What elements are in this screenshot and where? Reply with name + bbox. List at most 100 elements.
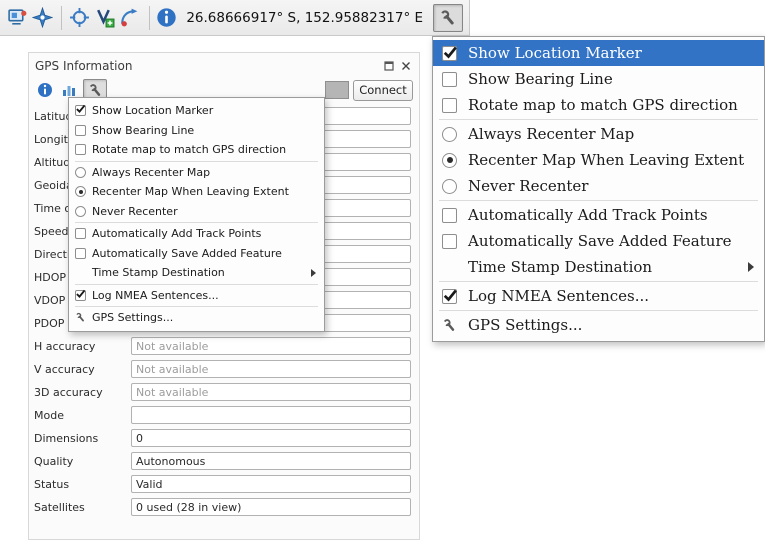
menu-item-label: Always Recenter Map — [468, 125, 634, 143]
menu-item-label: Never Recenter — [468, 177, 588, 195]
field-label: 3D accuracy — [34, 386, 131, 399]
gps-add-track-vertex-icon — [94, 7, 115, 28]
field-row-mode: Mode — [34, 406, 411, 424]
info-button[interactable] — [156, 4, 179, 32]
checkbox-indicator — [442, 208, 457, 223]
checkbox-indicator — [442, 98, 457, 113]
satellites-field[interactable] — [131, 498, 411, 516]
menu-item-gps-settings[interactable]: GPS Settings... — [69, 308, 324, 328]
checkbox-indicator — [442, 289, 457, 304]
menu-item-recenter-map-when-leaving-extent[interactable]: Recenter Map When Leaving Extent — [69, 182, 324, 202]
3d-accuracy-field[interactable] — [131, 383, 411, 401]
submenu-arrow-icon — [748, 262, 754, 272]
menu-item-automatically-add-track-points[interactable]: Automatically Add Track Points — [433, 202, 764, 228]
gps-coordinates-readout: 26.68666917° S, 152.95882317° E — [186, 10, 423, 26]
menu-item-gps-settings[interactable]: GPS Settings... — [433, 312, 764, 338]
menu-item-recenter-map-when-leaving-extent[interactable]: Recenter Map When Leaving Extent — [433, 147, 764, 173]
track-chart-icon — [61, 82, 77, 98]
menu-item-rotate-map-to-match-gps-direction[interactable]: Rotate map to match GPS direction — [433, 92, 764, 118]
gps-destination-button[interactable] — [68, 4, 91, 32]
checkbox-indicator — [442, 234, 457, 249]
field-row-3d-accuracy: 3D accuracy — [34, 383, 411, 401]
menu-separator — [439, 200, 758, 201]
position-info-tab-button[interactable] — [35, 80, 55, 100]
quality-field[interactable] — [131, 452, 411, 470]
checkbox-indicator — [75, 125, 86, 136]
gps-destination-icon — [69, 7, 90, 28]
field-row-satellites: Satellites — [34, 498, 411, 516]
connect-button[interactable]: Connect — [353, 80, 413, 101]
menu-item-label: Never Recenter — [92, 205, 178, 218]
panel-title: GPS Information — [35, 59, 379, 73]
float-panel-button[interactable] — [382, 59, 396, 73]
status-field[interactable] — [131, 475, 411, 493]
add-feature-button[interactable] — [118, 4, 141, 32]
menu-item-log-nmea-sentences[interactable]: Log NMEA Sentences... — [69, 286, 324, 306]
radio-indicator — [75, 206, 86, 217]
menu-item-label: Automatically Save Added Feature — [468, 232, 732, 250]
menu-separator — [439, 281, 758, 282]
field-label: Status — [34, 478, 131, 491]
gps-settings-menu-large: Show Location MarkerShow Bearing LineRot… — [432, 36, 765, 342]
field-label: H accuracy — [34, 340, 131, 353]
menu-item-log-nmea-sentences[interactable]: Log NMEA Sentences... — [433, 283, 764, 309]
menu-separator — [75, 222, 318, 223]
menu-item-show-location-marker[interactable]: Show Location Marker — [433, 40, 764, 66]
menu-item-never-recenter[interactable]: Never Recenter — [433, 173, 764, 199]
field-row-h-accuracy: H accuracy — [34, 337, 411, 355]
mode-field[interactable] — [131, 406, 411, 424]
menu-item-automatically-add-track-points[interactable]: Automatically Add Track Points — [69, 224, 324, 244]
menu-separator — [75, 306, 318, 307]
checkbox-indicator — [75, 144, 86, 155]
gps-settings-menu-button[interactable] — [433, 4, 463, 32]
radio-indicator — [442, 179, 457, 194]
toolbar-separator — [149, 6, 150, 30]
gps-add-feature-icon — [119, 7, 140, 28]
menu-item-label: Recenter Map When Leaving Extent — [92, 185, 289, 198]
menu-item-never-recenter[interactable]: Never Recenter — [69, 202, 324, 222]
gps-information-panel-button[interactable] — [6, 4, 29, 32]
menu-separator — [439, 119, 758, 120]
menu-item-show-location-marker[interactable]: Show Location Marker — [69, 101, 324, 121]
add-track-vertex-button[interactable] — [93, 4, 116, 32]
gps-recenter-button[interactable] — [31, 4, 54, 32]
radio-indicator — [442, 127, 457, 142]
field-row-v-accuracy: V accuracy — [34, 360, 411, 378]
gps-settings-wrench-icon — [88, 83, 103, 98]
menu-item-show-bearing-line[interactable]: Show Bearing Line — [433, 66, 764, 92]
field-label: V accuracy — [34, 363, 131, 376]
menu-item-show-bearing-line[interactable]: Show Bearing Line — [69, 121, 324, 141]
checkbox-indicator — [75, 228, 86, 239]
field-label: Mode — [34, 409, 131, 422]
menu-item-automatically-save-added-feature[interactable]: Automatically Save Added Feature — [69, 244, 324, 264]
menu-item-label: GPS Settings... — [468, 316, 582, 334]
field-label: Dimensions — [34, 432, 131, 445]
menu-separator — [75, 284, 318, 285]
checkbox-indicator — [75, 290, 86, 301]
indicator-spacer — [75, 267, 86, 278]
field-row-dimensions: Dimensions — [34, 429, 411, 447]
menu-item-always-recenter-map[interactable]: Always Recenter Map — [433, 121, 764, 147]
panel-title-bar: GPS Information — [29, 53, 419, 75]
gps-recenter-icon — [32, 7, 53, 28]
close-panel-button[interactable] — [399, 59, 413, 73]
float-panel-icon — [384, 61, 394, 71]
menu-item-label: Time Stamp Destination — [468, 258, 652, 276]
menu-separator — [439, 310, 758, 311]
info-icon — [156, 7, 177, 28]
menu-item-time-stamp-destination[interactable]: Time Stamp Destination — [69, 263, 324, 283]
checkbox-indicator — [442, 72, 457, 87]
menu-item-time-stamp-destination[interactable]: Time Stamp Destination — [433, 254, 764, 280]
menu-item-rotate-map-to-match-gps-direction[interactable]: Rotate map to match GPS direction — [69, 140, 324, 160]
radio-indicator — [442, 153, 457, 168]
dimensions-field[interactable] — [131, 429, 411, 447]
menu-item-automatically-save-added-feature[interactable]: Automatically Save Added Feature — [433, 228, 764, 254]
h-accuracy-field[interactable] — [131, 337, 411, 355]
menu-item-always-recenter-map[interactable]: Always Recenter Map — [69, 163, 324, 183]
indicator-spacer — [442, 260, 457, 275]
menu-separator — [75, 161, 318, 162]
field-label: Quality — [34, 455, 131, 468]
gps-information-panel-icon — [7, 7, 28, 28]
menu-item-label: Show Bearing Line — [92, 124, 194, 137]
v-accuracy-field[interactable] — [131, 360, 411, 378]
